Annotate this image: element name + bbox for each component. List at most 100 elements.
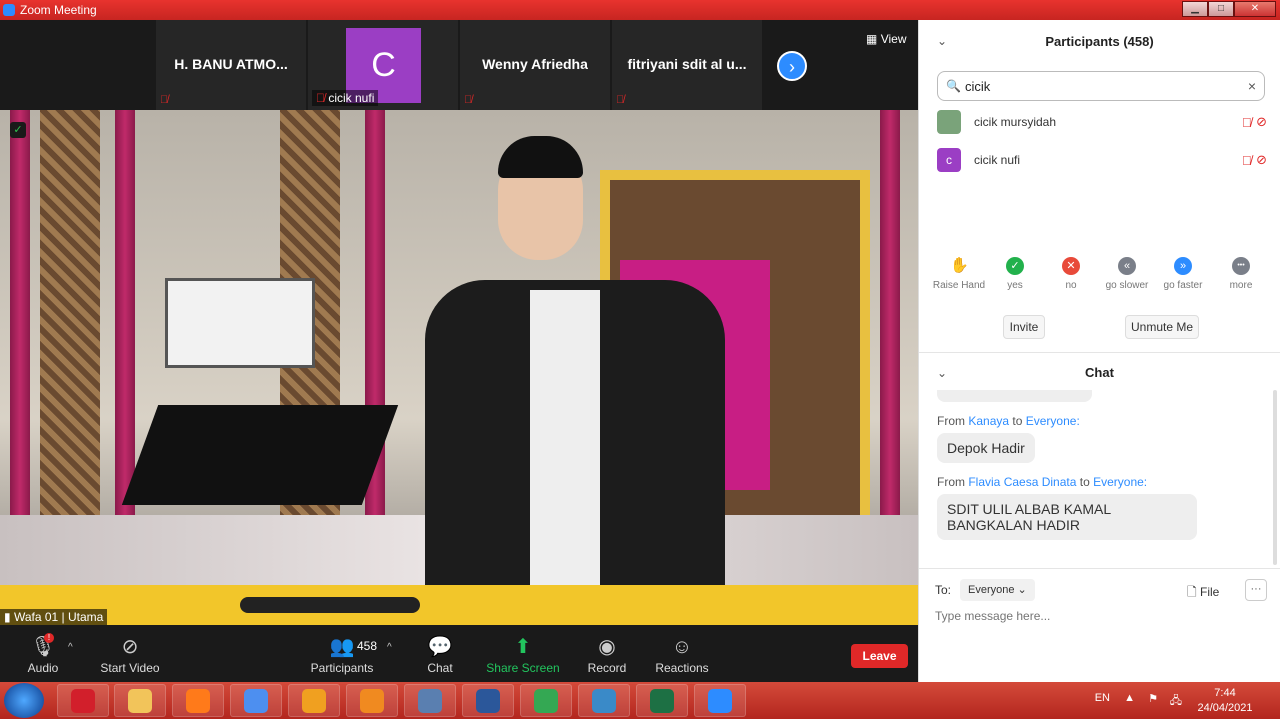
participant-row[interactable]: cicik mursyidah 🎙̸ ⊘ (937, 109, 1267, 135)
ellipsis-icon: ••• (1232, 257, 1250, 275)
chat-message: From Kanaya to Everyone: Depok Hadir (937, 414, 1267, 463)
next-page-button[interactable]: › (777, 51, 807, 81)
record-icon: ◉ (598, 636, 616, 658)
system-clock[interactable]: 7:44 24/04/2021 (1195, 686, 1255, 716)
side-panel: ⌄ Participants (458) 🔍 × cicik mursyidah… (918, 20, 1280, 682)
participants-label: Participants (310, 661, 374, 675)
recipient-dropdown[interactable]: Everyone ⌄ (960, 579, 1035, 601)
close-button[interactable]: ✕ (1234, 1, 1276, 17)
clear-search-icon[interactable]: × (1248, 78, 1256, 94)
share-screen-label: Share Screen (486, 661, 560, 675)
message-text: Depok Hadir (937, 433, 1035, 463)
social-icons-bar (240, 597, 420, 613)
record-label: Record (587, 661, 627, 675)
speaker-cap (498, 136, 583, 178)
taskbar-app-button[interactable] (578, 684, 630, 717)
firefox-icon (186, 689, 210, 713)
taskbar-app-button[interactable] (172, 684, 224, 717)
participant-tile[interactable]: H. BANU ATMO... 🎙̸ (156, 20, 306, 110)
network-tray-icon[interactable]: 🖧 (1170, 692, 1182, 711)
clock-time: 7:44 (1214, 687, 1236, 699)
chrome-icon (534, 689, 558, 713)
reaction-label: go slower (1105, 280, 1149, 291)
view-button[interactable]: ▦ View (866, 32, 906, 46)
taskbar-app-button[interactable] (230, 684, 282, 717)
show-hidden-icons-icon[interactable]: ▲ (1124, 692, 1135, 704)
participant-name: cicik nufi (974, 153, 1021, 167)
taskbar-app-button[interactable] (114, 684, 166, 717)
audio-options-caret-icon[interactable]: ^ (68, 642, 73, 653)
fast-forward-icon: » (1174, 257, 1192, 275)
audio-button[interactable]: 🎙 Audio (26, 635, 60, 675)
network-icon (418, 689, 442, 713)
action-center-flag-icon[interactable]: ⚑ (1148, 692, 1158, 705)
rewind-icon: « (1118, 257, 1136, 275)
reactions-label: Reactions (655, 661, 709, 675)
gallery-strip: H. BANU ATMO... 🎙̸ C 🎙̸ cicik nufi Wenny… (0, 20, 918, 110)
windows-taskbar: EN ▲ ⚑ 🖧 7:44 24/04/2021 (0, 682, 1280, 719)
participant-search-input[interactable] (964, 78, 1248, 94)
chat-message-input[interactable] (935, 609, 1255, 623)
message-sender-line: From Kanaya to Everyone: (937, 414, 1267, 428)
chat-scrollbar[interactable] (1273, 390, 1277, 565)
chat-message: From Flavia Caesa Dinata to Everyone: SD… (937, 475, 1267, 540)
recipient-value: Everyone (968, 584, 1015, 596)
message-recipient[interactable]: Everyone: (1093, 475, 1147, 489)
tile-name: Wenny Afriedha (482, 56, 588, 72)
participant-row[interactable]: c cicik nufi 🎙̸ ⊘ (937, 147, 1267, 173)
participants-options-caret-icon[interactable]: ^ (387, 642, 392, 653)
share-screen-button[interactable]: ⬆ Share Screen (486, 635, 560, 675)
raise-hand-button[interactable]: ✋ Raise Hand (931, 257, 987, 291)
message-sender[interactable]: Flavia Caesa Dinata (968, 475, 1076, 489)
taskbar-app-button[interactable] (520, 684, 572, 717)
taskbar-app-button[interactable] (404, 684, 456, 717)
tile-label: 🎙̸ cicik nufi (312, 90, 379, 106)
record-button[interactable]: ◉ Record (584, 635, 630, 675)
file-button[interactable]: 🗋 File (1187, 583, 1219, 604)
reaction-label: Raise Hand (932, 280, 986, 291)
participant-tile[interactable]: fitriyani sdit al u... 🎙̸ (612, 20, 762, 110)
message-sender[interactable]: Kanaya (968, 414, 1009, 428)
to-word: to (1012, 414, 1023, 428)
chat-button[interactable]: 💬 Chat (420, 635, 460, 675)
security-shield-icon[interactable]: ✓ (10, 122, 26, 138)
taskbar-app-button[interactable] (57, 684, 109, 717)
message-text: SDIT ULIL ALBAB KAMAL BANGKALAN HADIR (937, 494, 1197, 540)
go-faster-button[interactable]: » go faster (1155, 257, 1211, 291)
maximize-button[interactable]: □ (1208, 1, 1234, 17)
taskbar-app-button[interactable] (462, 684, 514, 717)
taskbar-app-button[interactable] (288, 684, 340, 717)
active-speaker-video: ✓ ▮ Wafa 01 | Utama (0, 110, 918, 625)
clock-date: 24/04/2021 (1197, 702, 1253, 714)
minimize-button[interactable]: ▁ (1182, 1, 1208, 17)
go-slower-button[interactable]: « go slower (1099, 257, 1155, 291)
taskbar-app-button[interactable] (346, 684, 398, 717)
zoom-app: Zoom Meeting ▁ □ ✕ H. BANU ATMO... 🎙̸ C … (0, 0, 1280, 719)
language-indicator[interactable]: EN (1095, 692, 1110, 704)
ellipsis-icon: ··· (1250, 583, 1262, 595)
participant-tile[interactable]: Wenny Afriedha 🎙̸ (460, 20, 610, 110)
taskbar-app-button[interactable] (694, 684, 746, 717)
unmute-me-button[interactable]: Unmute Me (1125, 315, 1199, 339)
reaction-label: more (1229, 280, 1253, 291)
reactions-button[interactable]: ☺ Reactions (654, 635, 710, 675)
message-recipient[interactable]: Everyone: (1026, 414, 1080, 428)
yes-button[interactable]: ✓ yes (987, 257, 1043, 291)
audio-label: Audio (27, 661, 59, 675)
start-button[interactable] (4, 683, 44, 718)
invite-button[interactable]: Invite (1003, 315, 1045, 339)
chat-more-button[interactable]: ··· (1245, 579, 1267, 601)
chat-compose: To: Everyone ⌄ 🗋 File ··· (919, 568, 1280, 682)
mic-muted-icon: 🎙̸ (616, 94, 625, 106)
leave-button[interactable]: Leave (851, 644, 908, 668)
no-button[interactable]: ✕ no (1043, 257, 1099, 291)
taskbar-app-button[interactable] (636, 684, 688, 717)
more-reactions-button[interactable]: ••• more (1213, 257, 1269, 291)
participant-tile[interactable]: C 🎙̸ cicik nufi (308, 20, 458, 110)
share-screen-icon: ⬆ (514, 636, 532, 658)
zoom-app-icon (3, 4, 15, 16)
start-video-button[interactable]: ⊘ Start Video (98, 635, 162, 675)
window-title: Zoom Meeting (20, 3, 97, 17)
raise-hand-icon: ✋ (950, 257, 969, 274)
smiley-plus-icon: ☺ (671, 636, 693, 658)
